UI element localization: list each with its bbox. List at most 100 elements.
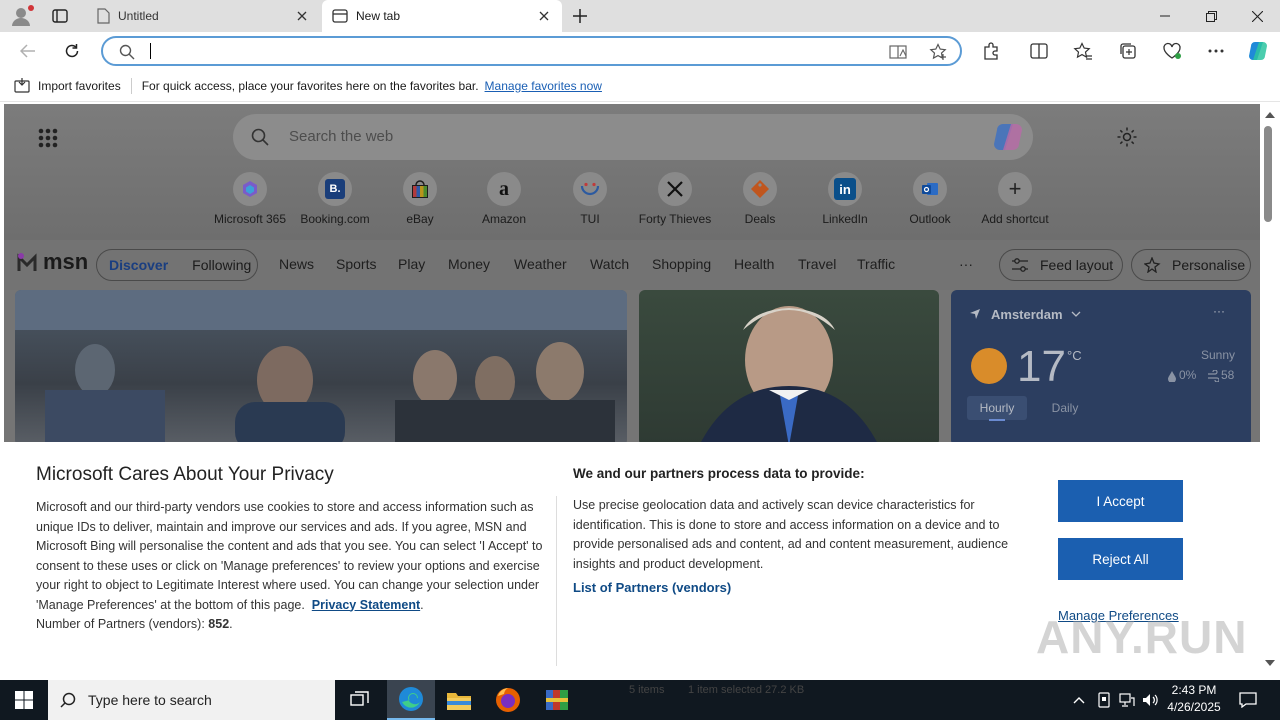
ebay-icon bbox=[403, 172, 437, 206]
nav-health[interactable]: Health bbox=[734, 256, 774, 272]
news-card-football[interactable] bbox=[15, 290, 627, 446]
nav-play[interactable]: Play bbox=[398, 256, 425, 272]
shortcut-forty-thieves[interactable]: Forty Thieves bbox=[632, 172, 718, 232]
favorites-button[interactable] bbox=[1067, 35, 1099, 67]
shortcut-ebay[interactable]: eBay bbox=[377, 172, 463, 232]
address-input[interactable] bbox=[149, 42, 849, 60]
weather-unit[interactable]: °C bbox=[1067, 348, 1082, 363]
extensions-button[interactable] bbox=[975, 35, 1007, 67]
profile-icon bbox=[12, 5, 34, 26]
web-search-box[interactable]: Search the web bbox=[233, 114, 1033, 160]
tab-discover[interactable]: Discover bbox=[109, 257, 168, 273]
copilot-icon[interactable] bbox=[991, 122, 1023, 152]
tab-following[interactable]: Following bbox=[192, 257, 251, 273]
weather-aqi: 58 bbox=[1221, 368, 1235, 382]
list-of-partners-link[interactable]: List of Partners (vendors) bbox=[573, 580, 731, 595]
tray-device-icon[interactable] bbox=[1093, 680, 1115, 720]
usb-device-icon bbox=[1098, 692, 1110, 708]
msn-logo[interactable]: msn bbox=[16, 249, 88, 275]
taskbar-search-box[interactable]: Type here to search bbox=[48, 680, 335, 720]
start-button[interactable] bbox=[0, 680, 48, 720]
tab-daily[interactable]: Daily bbox=[1035, 396, 1095, 420]
weather-card[interactable]: Amsterdam ··· 17 °C Sunny 0% 58 Hourly D… bbox=[951, 290, 1251, 446]
apps-launcher-button[interactable] bbox=[38, 128, 58, 148]
new-tab-button[interactable] bbox=[568, 4, 592, 28]
more-nav-button[interactable]: ··· bbox=[959, 256, 973, 272]
restore-button[interactable] bbox=[1188, 0, 1234, 32]
text-cursor bbox=[150, 43, 151, 59]
nav-sports[interactable]: Sports bbox=[336, 256, 376, 272]
task-view-button[interactable] bbox=[336, 680, 384, 720]
windows-logo-icon bbox=[15, 691, 33, 709]
collections-button[interactable] bbox=[1112, 35, 1144, 67]
search-icon bbox=[60, 692, 76, 708]
reject-all-button[interactable]: Reject All bbox=[1058, 538, 1183, 580]
network-button[interactable] bbox=[1116, 680, 1138, 720]
network-icon bbox=[1119, 693, 1135, 707]
notifications-button[interactable] bbox=[1234, 680, 1262, 720]
shortcut-outlook[interactable]: Outlook bbox=[887, 172, 973, 232]
manage-favorites-link[interactable]: Manage favorites now bbox=[485, 79, 602, 93]
shortcut-label: Microsoft 365 bbox=[213, 212, 287, 226]
taskbar-edge-button[interactable] bbox=[387, 680, 435, 720]
immersive-reader-icon[interactable] bbox=[889, 44, 907, 60]
show-hidden-icons-button[interactable] bbox=[1068, 680, 1090, 720]
tab-actions-button[interactable] bbox=[44, 4, 76, 28]
scrollbar-thumb[interactable] bbox=[1264, 126, 1272, 222]
accept-button[interactable]: I Accept bbox=[1058, 480, 1183, 522]
tab-hourly[interactable]: Hourly bbox=[967, 396, 1027, 420]
page-scrollbar[interactable] bbox=[1260, 104, 1280, 678]
news-card-politics[interactable] bbox=[639, 290, 939, 446]
shortcut-booking[interactable]: B. Booking.com bbox=[292, 172, 378, 232]
shortcut-deals[interactable]: Deals bbox=[717, 172, 803, 232]
weather-location[interactable]: Amsterdam bbox=[991, 307, 1063, 322]
scroll-up-icon[interactable] bbox=[1265, 112, 1275, 118]
favorite-star-icon[interactable] bbox=[929, 43, 947, 61]
back-button[interactable] bbox=[12, 35, 44, 67]
close-tab-button[interactable] bbox=[294, 8, 310, 24]
import-favorites-button[interactable]: Import favorites bbox=[38, 79, 121, 93]
restore-icon bbox=[1205, 10, 1217, 22]
privacy-statement-link[interactable]: Privacy Statement bbox=[312, 598, 420, 612]
nav-traffic[interactable]: Traffic bbox=[857, 256, 895, 272]
nav-watch[interactable]: Watch bbox=[590, 256, 629, 272]
tab-untitled[interactable]: Untitled bbox=[86, 0, 320, 32]
close-tab-button[interactable] bbox=[536, 8, 552, 24]
taskbar-file-explorer-button[interactable] bbox=[435, 680, 483, 720]
split-screen-button[interactable] bbox=[1023, 35, 1055, 67]
nav-weather[interactable]: Weather bbox=[514, 256, 567, 272]
settings-more-button[interactable] bbox=[1200, 35, 1232, 67]
personalise-button[interactable]: Personalise bbox=[1131, 249, 1251, 281]
shortcut-linkedin[interactable]: in LinkedIn bbox=[802, 172, 888, 232]
shortcut-amazon[interactable]: a Amazon bbox=[461, 172, 547, 232]
refresh-button[interactable] bbox=[56, 35, 88, 67]
feed-tab-group: Discover Following bbox=[96, 249, 258, 281]
profile-button[interactable] bbox=[8, 4, 36, 28]
address-bar[interactable] bbox=[101, 36, 962, 66]
shortcut-tui[interactable]: TUI bbox=[547, 172, 633, 232]
browser-essentials-button[interactable] bbox=[1156, 35, 1188, 67]
taskbar-firefox-button[interactable] bbox=[484, 680, 532, 720]
copilot-button[interactable] bbox=[1242, 35, 1274, 67]
page-settings-button[interactable] bbox=[1116, 126, 1138, 148]
weather-more-button[interactable]: ··· bbox=[1213, 304, 1225, 318]
chevron-down-icon[interactable] bbox=[1071, 311, 1081, 317]
shortcut-label: Outlook bbox=[909, 212, 951, 226]
add-shortcut-button[interactable]: + Add shortcut bbox=[972, 172, 1058, 232]
weather-precipitation: 0% bbox=[1179, 368, 1197, 382]
system-clock[interactable]: 2:43 PM 4/26/2025 bbox=[1158, 682, 1230, 716]
nav-travel[interactable]: Travel bbox=[798, 256, 836, 272]
scroll-down-icon[interactable] bbox=[1265, 660, 1275, 666]
close-window-button[interactable] bbox=[1234, 0, 1280, 32]
feed-layout-button[interactable]: Feed layout bbox=[999, 249, 1123, 281]
minimize-button[interactable] bbox=[1142, 0, 1188, 32]
nav-shopping[interactable]: Shopping bbox=[652, 256, 711, 272]
nav-money[interactable]: Money bbox=[448, 256, 490, 272]
tab-indicator bbox=[989, 419, 1005, 421]
shortcut-microsoft-365[interactable]: Microsoft 365 bbox=[207, 172, 293, 232]
sparkle-star-icon bbox=[1144, 257, 1161, 273]
nav-news[interactable]: News bbox=[279, 256, 314, 272]
partners-count: 852 bbox=[208, 617, 230, 631]
tab-new-tab[interactable]: New tab bbox=[322, 0, 562, 32]
taskbar-winrar-button[interactable] bbox=[533, 680, 581, 720]
